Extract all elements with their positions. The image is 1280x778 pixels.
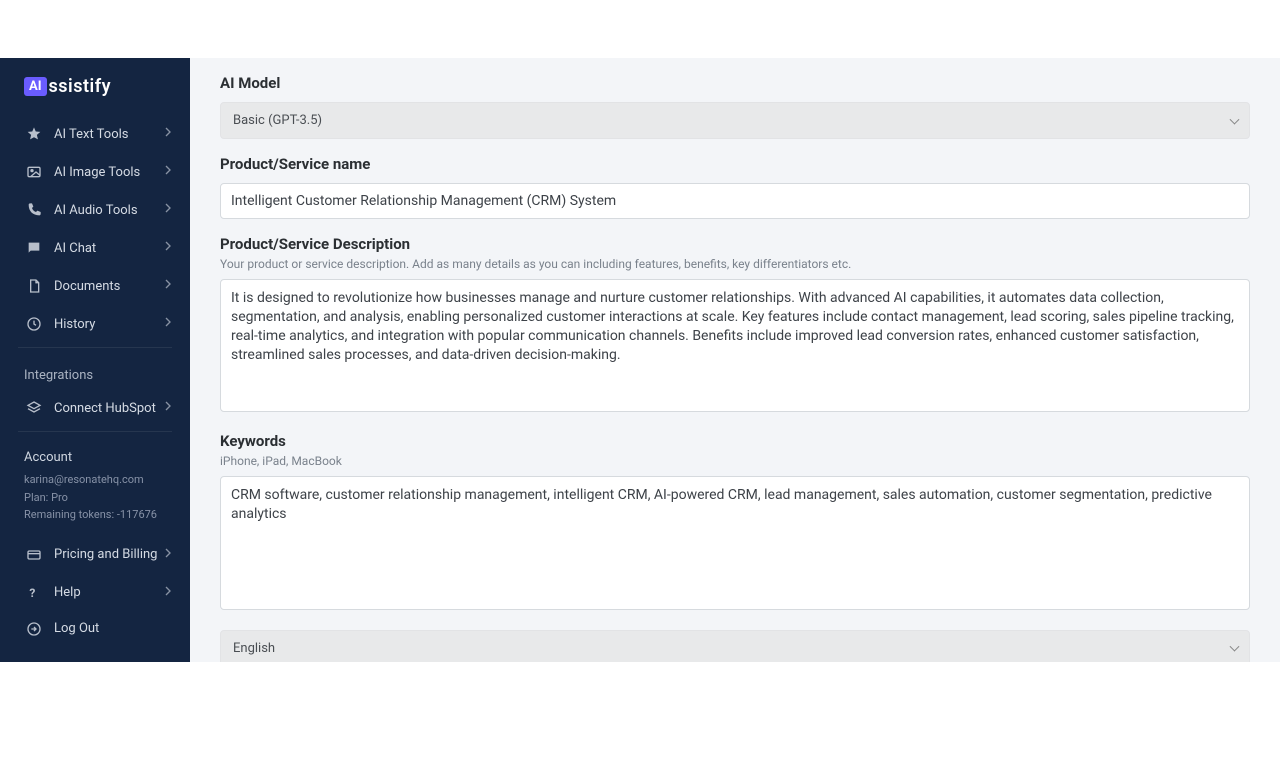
keywords-hint: iPhone, iPad, MacBook [220,454,1250,468]
sidebar-item-label: Documents [54,279,160,294]
ai-model-select[interactable]: Basic (GPT-3.5) [220,102,1250,139]
phone-icon [24,202,44,218]
ai-model-block: AI Model Basic (GPT-3.5) [220,74,1250,139]
product-description-label: Product/Service Description [220,235,1250,253]
keywords-block: Keywords iPhone, iPad, MacBook [220,432,1250,613]
sidebar-item-ai-chat[interactable]: AI Chat [0,229,190,267]
chevron-right-icon [160,583,176,603]
keywords-textarea[interactable] [220,476,1250,609]
chevron-right-icon [160,314,176,334]
sidebar-item-history[interactable]: History [0,305,190,343]
card-icon [24,547,44,563]
sidebar-item-connect-hubspot[interactable]: Connect HubSpot [0,389,190,427]
integrations-heading: Integrations [0,352,190,389]
account-heading: Account [24,450,166,465]
sidebar-item-documents[interactable]: Documents [0,267,190,305]
language-block: English [220,630,1250,662]
chevron-right-icon [160,398,176,418]
product-name-input[interactable] [220,183,1250,219]
product-description-textarea[interactable] [220,279,1250,412]
product-description-hint: Your product or service description. Add… [220,257,1250,271]
sidebar-item-label: Log Out [54,621,176,636]
account-plan: Plan: Pro [24,489,166,507]
chat-icon [24,240,44,256]
svg-text:?: ? [29,586,35,600]
sidebar-item-label: History [54,317,160,332]
logout-icon [24,621,44,637]
product-description-block: Product/Service Description Your product… [220,235,1250,416]
sidebar-item-ai-audio-tools[interactable]: AI Audio Tools [0,191,190,229]
chevron-right-icon [160,200,176,220]
chevron-right-icon [160,162,176,182]
sidebar-item-label: Connect HubSpot [54,401,160,416]
sidebar-item-ai-text-tools[interactable]: AI Text Tools [0,115,190,153]
sidebar-item-label: Pricing and Billing [54,547,160,562]
divider [18,347,172,348]
sidebar-item-label: Help [54,585,160,600]
layers-icon [24,400,44,416]
account-email: karina@resonatehq.com [24,471,166,489]
sidebar-item-label: AI Audio Tools [54,203,160,218]
keywords-label: Keywords [220,432,1250,450]
image-icon [24,164,44,180]
document-icon [24,278,44,294]
question-icon: ? [24,585,44,601]
account-block: Account karina@resonatehq.com Plan: Pro … [0,436,190,530]
sidebar-item-logout[interactable]: Log Out [0,612,190,646]
main-content: AI Model Basic (GPT-3.5) Product/Service… [190,58,1280,662]
language-select[interactable]: English [220,630,1250,662]
sidebar: AI ssistify AI Text Tools AI Image Tools [0,58,190,662]
sidebar-item-pricing-billing[interactable]: Pricing and Billing [0,536,190,574]
ai-model-label: AI Model [220,74,1250,92]
sidebar-item-label: AI Text Tools [54,127,160,142]
logo-text: ssistify [49,76,112,97]
star-icon [24,126,44,142]
chevron-right-icon [160,124,176,144]
sidebar-item-label: AI Image Tools [54,165,160,180]
product-name-block: Product/Service name [220,155,1250,219]
app-root: AI ssistify AI Text Tools AI Image Tools [0,58,1280,778]
chevron-right-icon [160,276,176,296]
chevron-right-icon [160,238,176,258]
divider [18,431,172,432]
chevron-right-icon [160,545,176,565]
product-name-label: Product/Service name [220,155,1250,173]
logo-badge: AI [24,77,47,96]
clock-icon [24,316,44,332]
account-tokens: Remaining tokens: -117676 [24,506,166,524]
logo: AI ssistify [0,70,190,115]
sidebar-item-label: AI Chat [54,241,160,256]
sidebar-item-help[interactable]: ? Help [0,574,190,612]
sidebar-item-ai-image-tools[interactable]: AI Image Tools [0,153,190,191]
